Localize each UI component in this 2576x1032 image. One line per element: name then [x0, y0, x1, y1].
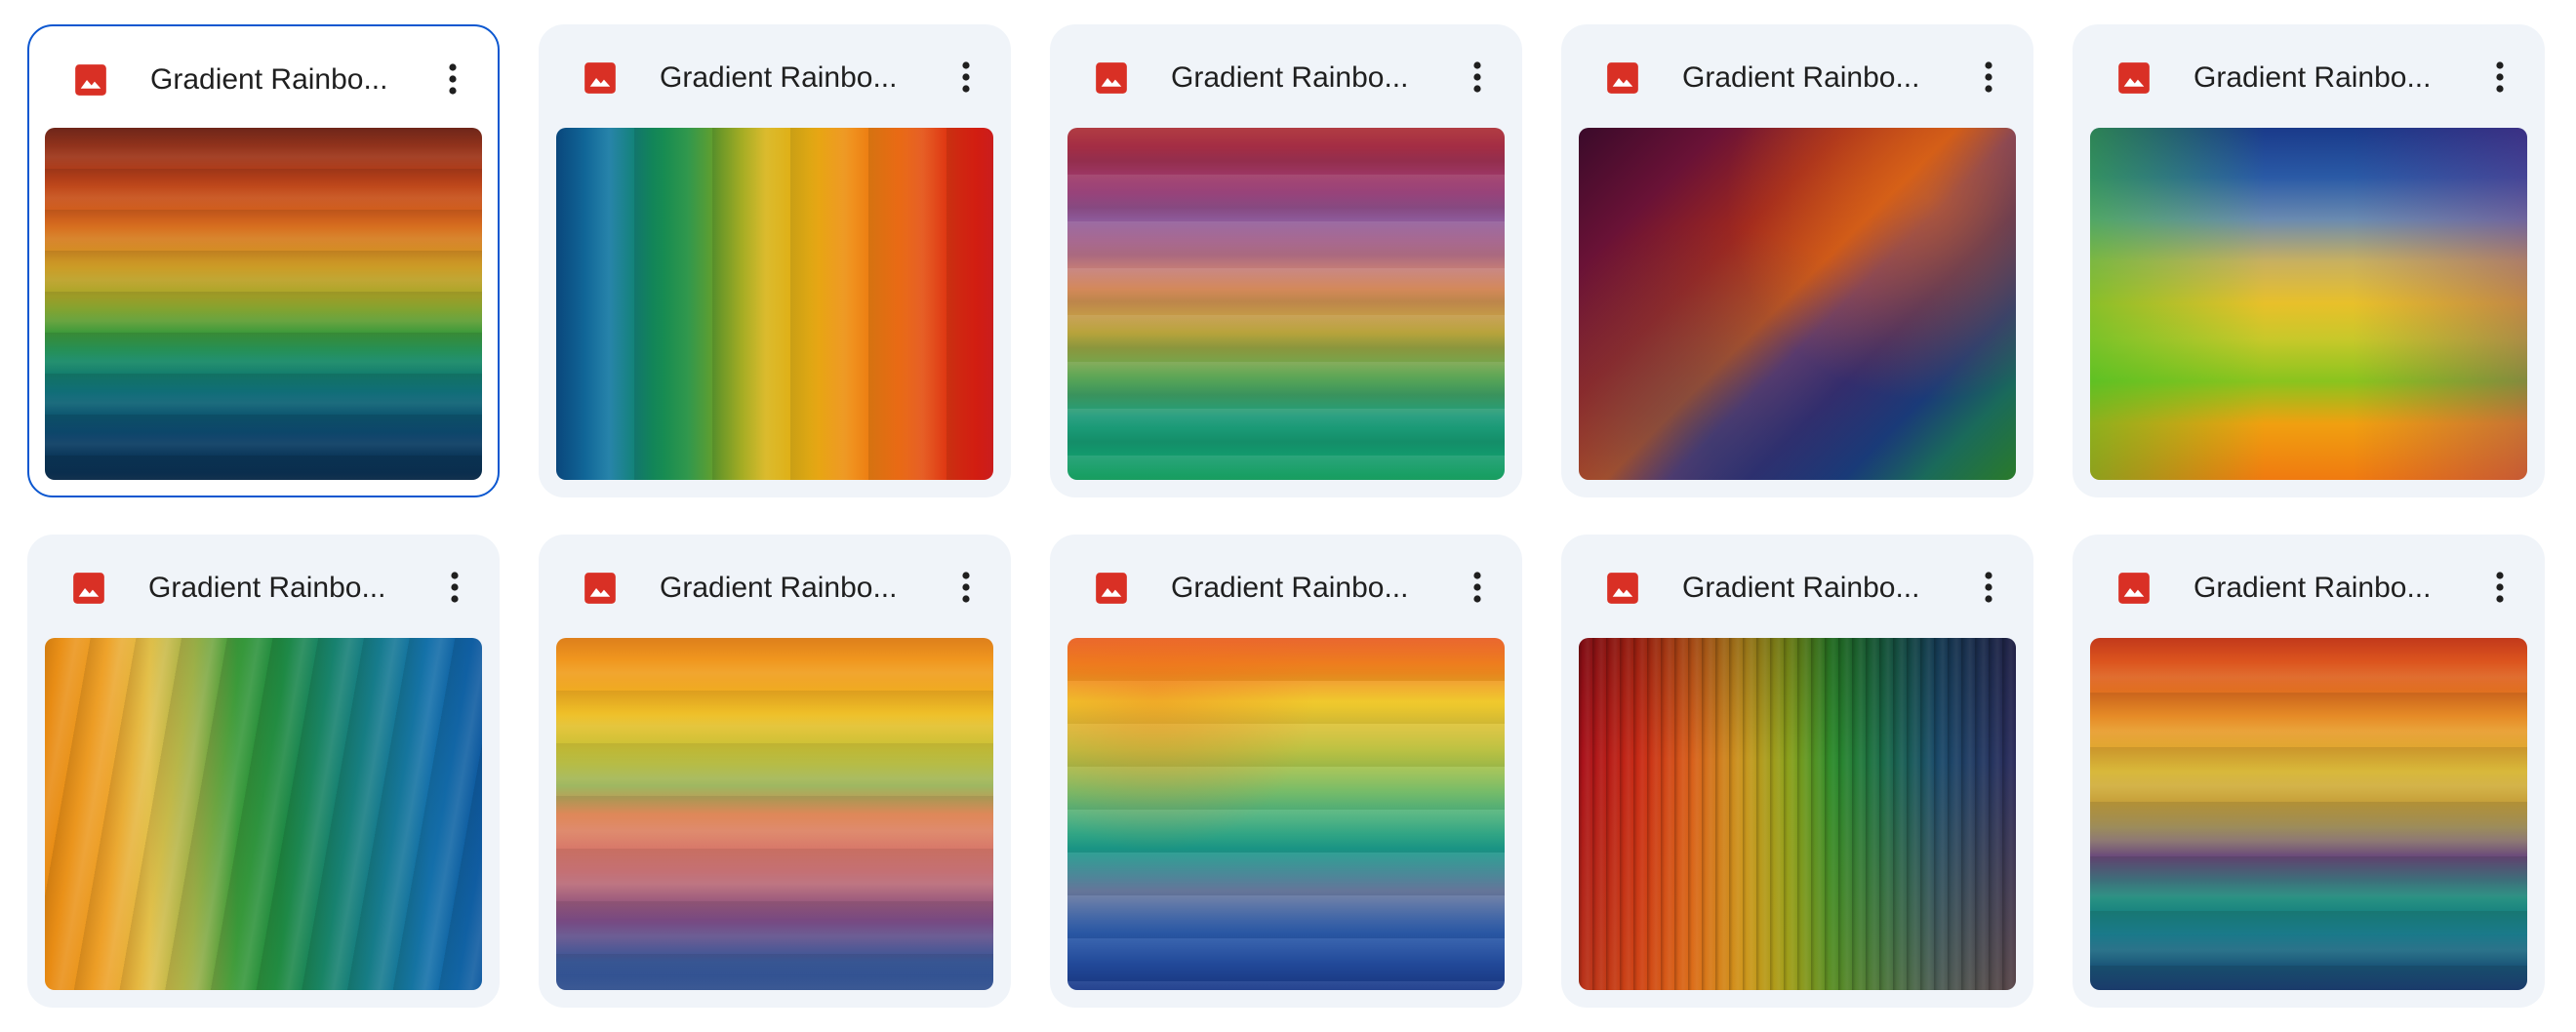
file-card-header: Gradient Rainbo...	[1050, 535, 1522, 637]
thumbnail-texture	[1067, 638, 1505, 990]
file-card[interactable]: Gradient Rainbo...	[1561, 535, 2033, 1008]
file-card[interactable]: Gradient Rainbo...	[2073, 24, 2545, 497]
file-thumbnail[interactable]	[45, 128, 482, 480]
more-actions-button[interactable]	[1965, 54, 2012, 100]
file-card-header: Gradient Rainbo...	[2073, 535, 2545, 637]
thumbnail-texture	[2090, 638, 2527, 990]
image-icon	[2115, 570, 2153, 607]
file-thumbnail[interactable]	[1579, 638, 2016, 990]
more-vert-icon	[2495, 572, 2505, 603]
thumbnail-texture	[1579, 638, 2016, 990]
thumbnail-texture	[556, 638, 993, 990]
file-name: Gradient Rainbo...	[1171, 572, 1409, 604]
file-name: Gradient Rainbo...	[1682, 61, 1920, 94]
more-vert-icon	[1984, 61, 1993, 93]
more-actions-button[interactable]	[1965, 564, 2012, 611]
image-icon	[1093, 570, 1130, 607]
file-card-header: Gradient Rainbo...	[29, 26, 498, 129]
file-card[interactable]: Gradient Rainbo...	[1050, 535, 1522, 1008]
file-name: Gradient Rainbo...	[148, 572, 386, 604]
thumbnail-texture	[45, 638, 482, 990]
file-name: Gradient Rainbo...	[2194, 61, 2432, 94]
file-thumbnail[interactable]	[1067, 638, 1505, 990]
file-thumbnail[interactable]	[45, 638, 482, 990]
file-card[interactable]: Gradient Rainbo...	[539, 535, 1011, 1008]
image-icon	[1604, 60, 1641, 97]
thumbnail-texture	[1067, 128, 1505, 480]
more-actions-button[interactable]	[1454, 564, 1501, 611]
file-thumbnail[interactable]	[1067, 128, 1505, 480]
file-card-header: Gradient Rainbo...	[1050, 24, 1522, 127]
more-actions-button[interactable]	[943, 564, 989, 611]
file-name: Gradient Rainbo...	[2194, 572, 2432, 604]
file-name: Gradient Rainbo...	[1171, 61, 1409, 94]
more-vert-icon	[961, 61, 971, 93]
file-thumbnail[interactable]	[2090, 638, 2527, 990]
more-vert-icon	[1472, 572, 1482, 603]
file-card[interactable]: Gradient Rainbo...	[1050, 24, 1522, 497]
more-vert-icon	[450, 572, 460, 603]
thumbnail-texture	[556, 128, 993, 480]
more-vert-icon	[2495, 61, 2505, 93]
more-vert-icon	[961, 572, 971, 603]
more-actions-button[interactable]	[1454, 54, 1501, 100]
image-icon	[70, 570, 107, 607]
more-vert-icon	[1984, 572, 1993, 603]
file-thumbnail[interactable]	[1579, 128, 2016, 480]
more-actions-button[interactable]	[431, 564, 478, 611]
image-icon	[72, 61, 109, 99]
image-icon	[1604, 570, 1641, 607]
file-card-header: Gradient Rainbo...	[539, 24, 1011, 127]
file-thumbnail[interactable]	[556, 638, 993, 990]
file-name: Gradient Rainbo...	[660, 572, 898, 604]
file-grid: Gradient Rainbo... Gradient Rainbo... Grad…	[27, 24, 2545, 1008]
image-icon	[1093, 60, 1130, 97]
image-icon	[582, 60, 619, 97]
file-card-header: Gradient Rainbo...	[1561, 24, 2033, 127]
image-icon	[582, 570, 619, 607]
image-icon	[2115, 60, 2153, 97]
file-card-header: Gradient Rainbo...	[27, 535, 500, 637]
more-actions-button[interactable]	[2476, 564, 2523, 611]
file-name: Gradient Rainbo...	[1682, 572, 1920, 604]
file-thumbnail[interactable]	[2090, 128, 2527, 480]
file-card[interactable]: Gradient Rainbo...	[539, 24, 1011, 497]
file-card[interactable]: Gradient Rainbo...	[27, 24, 500, 497]
thumbnail-texture	[45, 128, 482, 480]
file-name: Gradient Rainbo...	[660, 61, 898, 94]
more-actions-button[interactable]	[943, 54, 989, 100]
file-name: Gradient Rainbo...	[150, 63, 388, 96]
thumbnail-texture	[2090, 128, 2527, 480]
file-card[interactable]: Gradient Rainbo...	[27, 535, 500, 1008]
file-card[interactable]: Gradient Rainbo...	[1561, 24, 2033, 497]
thumbnail-texture	[1579, 128, 2016, 480]
more-actions-button[interactable]	[2476, 54, 2523, 100]
file-thumbnail[interactable]	[556, 128, 993, 480]
more-vert-icon	[1472, 61, 1482, 93]
file-card-header: Gradient Rainbo...	[1561, 535, 2033, 637]
file-card[interactable]: Gradient Rainbo...	[2073, 535, 2545, 1008]
file-card-header: Gradient Rainbo...	[2073, 24, 2545, 127]
more-vert-icon	[448, 63, 458, 95]
more-actions-button[interactable]	[429, 56, 476, 102]
file-card-header: Gradient Rainbo...	[539, 535, 1011, 637]
